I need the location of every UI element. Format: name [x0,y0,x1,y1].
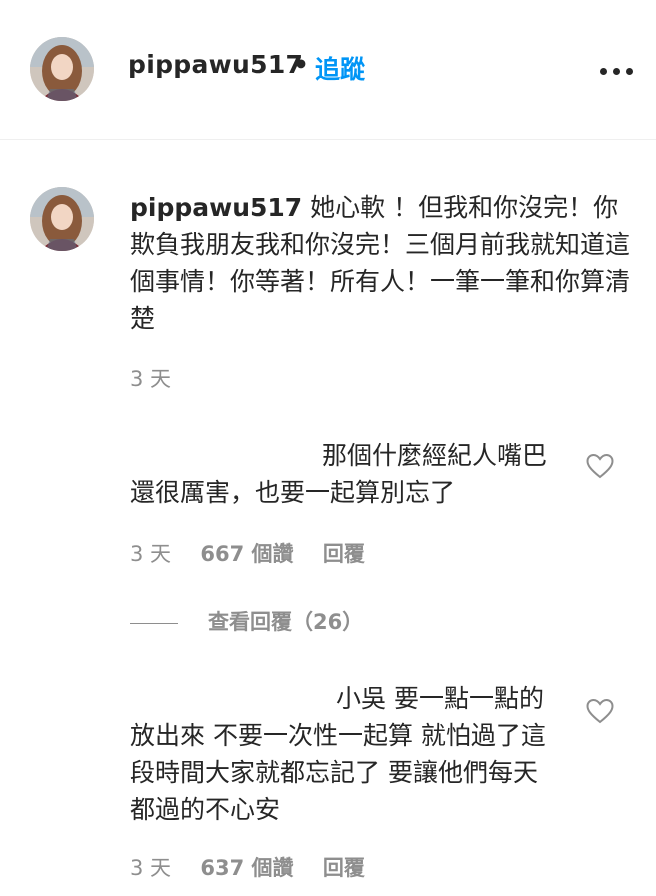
comment-2-text: 小吳 要一點一點的放出來 不要一次性一起算 就怕過了這段時間大家就都忘記了 要讓… [130,684,546,824]
comment-2-meta: 3 天 637 個讚 回覆 [130,852,387,882]
comment-2-reply-button[interactable]: 回覆 [323,856,365,880]
heart-outline-icon[interactable] [586,453,614,479]
header-username[interactable]: pippawu517 [128,50,303,79]
caption-meta: 3 天 [130,363,193,393]
caption-time: 3 天 [130,367,172,391]
comment-1-reply-button[interactable]: 回覆 [323,542,365,566]
comment-2-text-block: 小吳 要一點一點的放出來 不要一次性一起算 就怕過了這段時間大家就都忘記了 要讓… [130,680,560,828]
comment-1-likes[interactable]: 667 個讚 [200,542,293,566]
caption-text-block: pippawu517 她心軟 ！但我和你沒完！你欺負我朋友我和你沒完！三個月前我… [130,189,630,337]
comment-1-text-block: 那個什麼經紀人嘴巴還很厲害，也要一起算別忘了 [130,437,560,511]
user-avatar[interactable] [30,37,94,101]
view-replies-button[interactable]: 查看回覆（26） [130,606,364,634]
comment-2-time: 3 天 [130,856,172,880]
caption-username[interactable]: pippawu517 [130,193,302,222]
heart-outline-icon[interactable] [586,698,614,724]
follow-button[interactable]: 追蹤 [315,50,365,86]
view-replies-label: 查看回覆（26） [208,610,364,634]
comment-1-meta: 3 天 667 個讚 回覆 [130,538,387,568]
caption-avatar[interactable] [30,187,94,251]
post-header: pippawu517 • 追蹤 [0,0,656,140]
comment-2-likes[interactable]: 637 個讚 [200,856,293,880]
comment-1-time: 3 天 [130,542,172,566]
header-separator: • [293,50,309,79]
comment-1-text: 那個什麼經紀人嘴巴還很厲害，也要一起算別忘了 [130,441,548,507]
replies-divider-line [130,622,178,624]
more-horizontal-icon[interactable] [600,68,634,76]
